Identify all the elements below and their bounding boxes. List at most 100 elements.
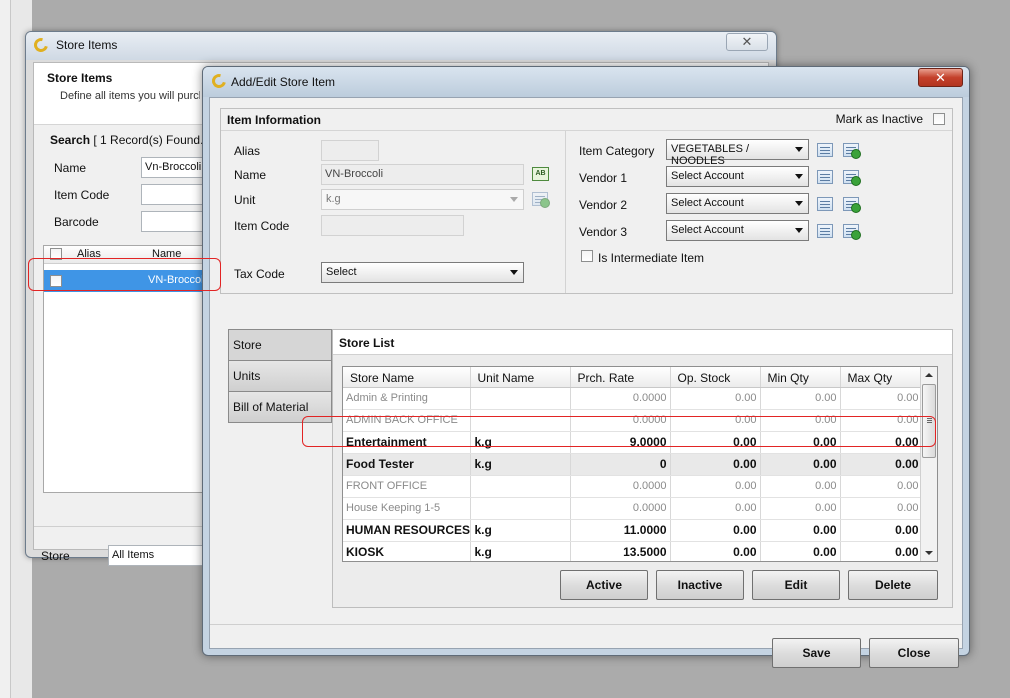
edit-button[interactable]: Edit xyxy=(752,570,840,600)
store-label: Store xyxy=(41,549,70,563)
unit-name-cell[interactable] xyxy=(470,497,571,520)
store-name-cell[interactable]: HUMAN RESOURCES... xyxy=(343,519,471,542)
min-qty-cell[interactable]: 0.00 xyxy=(760,453,841,476)
vendor1-label: Vendor 1 xyxy=(579,171,628,185)
grid-scrollbar[interactable] xyxy=(920,367,937,561)
store-name-cell[interactable]: Food Tester xyxy=(343,453,471,476)
active-button[interactable]: Active xyxy=(560,570,648,600)
dialog-titlebar: Add/Edit Store Item ✕ xyxy=(203,67,969,97)
unit-name-cell[interactable]: k.g xyxy=(470,453,571,476)
save-button[interactable]: Save xyxy=(772,638,861,668)
store-filter-select[interactable]: All Items xyxy=(108,545,208,566)
unit-name-cell[interactable]: k.g xyxy=(470,541,571,561)
close-icon[interactable]: ✕ xyxy=(918,68,963,87)
unit-name-cell[interactable] xyxy=(470,475,571,498)
add-category-icon[interactable] xyxy=(843,143,861,159)
col-max-qty[interactable]: Max Qty xyxy=(840,367,923,388)
col-op-stock[interactable]: Op. Stock xyxy=(670,367,761,388)
add-vendor-icon[interactable] xyxy=(843,197,861,213)
prch-rate-cell[interactable]: 0.0000 xyxy=(570,497,671,520)
list-icon[interactable] xyxy=(817,197,833,211)
mark-inactive[interactable]: Mark as Inactive xyxy=(836,112,945,126)
unit-name-cell[interactable] xyxy=(470,387,571,410)
item-information-group: Item Information Mark as Inactive Alias … xyxy=(220,108,953,294)
op-stock-cell[interactable]: 0.00 xyxy=(670,497,761,520)
table-row[interactable]: Food Tester k.g 0 0.00 0.00 0.00 xyxy=(343,453,937,476)
tab-store[interactable]: Store xyxy=(228,329,332,360)
store-name-cell[interactable]: KIOSK xyxy=(343,541,471,561)
tax-code-select[interactable]: Select xyxy=(321,262,524,283)
intermediate-checkbox[interactable] xyxy=(581,250,593,262)
inactive-button[interactable]: Inactive xyxy=(656,570,744,600)
vendor3-select[interactable]: Select Account xyxy=(666,220,809,241)
op-stock-cell[interactable]: 0.00 xyxy=(670,519,761,542)
op-stock-cell[interactable]: 0.00 xyxy=(670,453,761,476)
vendor1-select[interactable]: Select Account xyxy=(666,166,809,187)
store-name-cell[interactable]: FRONT OFFICE xyxy=(343,475,471,498)
unit-name-cell[interactable]: k.g xyxy=(470,519,571,542)
col-prch-rate[interactable]: Prch. Rate xyxy=(570,367,671,388)
dialog-title: Add/Edit Store Item xyxy=(231,75,336,89)
max-qty-cell[interactable]: 0.00 xyxy=(840,475,923,498)
store-name-cell[interactable]: Admin & Printing xyxy=(343,387,471,410)
add-vendor-icon[interactable] xyxy=(843,224,861,240)
col-min-qty[interactable]: Min Qty xyxy=(760,367,841,388)
item-category-select[interactable]: VEGETABLES / NOODLES xyxy=(666,139,809,167)
app-logo-icon xyxy=(31,35,51,55)
add-vendor-icon[interactable] xyxy=(843,170,861,186)
op-stock-cell[interactable]: 0.00 xyxy=(670,475,761,498)
table-row[interactable]: FRONT OFFICE 0.0000 0.00 0.00 0.00 xyxy=(343,475,937,498)
min-qty-cell[interactable]: 0.00 xyxy=(760,541,841,561)
unit-label: Unit xyxy=(234,193,256,207)
item-code-field[interactable] xyxy=(321,215,464,236)
footer-divider xyxy=(210,624,962,625)
min-qty-cell[interactable]: 0.00 xyxy=(760,387,841,410)
table-row[interactable]: KIOSK k.g 13.5000 0.00 0.00 0.00 xyxy=(343,541,937,561)
max-qty-cell[interactable]: 0.00 xyxy=(840,541,923,561)
close-icon[interactable]: ✕ xyxy=(726,33,768,51)
tab-units[interactable]: Units xyxy=(228,360,332,391)
ab-icon[interactable]: AB xyxy=(532,167,549,181)
chevron-down-icon xyxy=(795,147,803,152)
vendor2-select[interactable]: Select Account xyxy=(666,193,809,214)
close-button[interactable]: Close xyxy=(869,638,959,668)
prch-rate-cell[interactable]: 0 xyxy=(570,453,671,476)
highlight-selected-item xyxy=(28,258,221,291)
scroll-up-icon[interactable] xyxy=(921,367,937,383)
item-category-value: VEGETABLES / NOODLES xyxy=(671,143,750,167)
list-icon[interactable] xyxy=(817,170,833,184)
store-grid: Store Name Unit Name Prch. Rate Op. Stoc… xyxy=(342,366,938,562)
prch-rate-cell[interactable]: 11.0000 xyxy=(570,519,671,542)
name-field[interactable]: VN-Broccoli xyxy=(321,164,524,185)
alias-field[interactable] xyxy=(321,140,379,161)
unit-select[interactable]: k.g xyxy=(321,189,524,210)
mark-inactive-checkbox[interactable] xyxy=(933,113,945,125)
max-qty-cell[interactable]: 0.00 xyxy=(840,387,923,410)
prch-rate-cell[interactable]: 0.0000 xyxy=(570,387,671,410)
unit-value: k.g xyxy=(326,193,341,205)
min-qty-cell[interactable]: 0.00 xyxy=(760,519,841,542)
op-stock-cell[interactable]: 0.00 xyxy=(670,387,761,410)
store-list-panel: Store List Store Name Unit Name Prch. Ra… xyxy=(332,329,953,608)
vendor3-value: Select Account xyxy=(671,224,744,236)
max-qty-cell[interactable]: 0.00 xyxy=(840,519,923,542)
table-row[interactable]: Admin & Printing 0.0000 0.00 0.00 0.00 xyxy=(343,387,937,410)
name-label: Name xyxy=(234,168,267,182)
store-name-cell[interactable]: House Keeping 1-5 xyxy=(343,497,471,520)
table-row[interactable]: HUMAN RESOURCES... k.g 11.0000 0.00 0.00 0.00 xyxy=(343,519,937,542)
add-unit-icon[interactable] xyxy=(532,192,550,208)
scroll-down-icon[interactable] xyxy=(921,545,937,561)
list-icon[interactable] xyxy=(817,143,833,157)
max-qty-cell[interactable]: 0.00 xyxy=(840,453,923,476)
min-qty-cell[interactable]: 0.00 xyxy=(760,475,841,498)
prch-rate-cell[interactable]: 0.0000 xyxy=(570,475,671,498)
min-qty-cell[interactable]: 0.00 xyxy=(760,497,841,520)
col-store-name[interactable]: Store Name xyxy=(343,367,471,388)
prch-rate-cell[interactable]: 13.5000 xyxy=(570,541,671,561)
max-qty-cell[interactable]: 0.00 xyxy=(840,497,923,520)
list-icon[interactable] xyxy=(817,224,833,238)
col-unit-name[interactable]: Unit Name xyxy=(470,367,571,388)
op-stock-cell[interactable]: 0.00 xyxy=(670,541,761,561)
table-row[interactable]: House Keeping 1-5 0.0000 0.00 0.00 0.00 xyxy=(343,497,937,520)
delete-button[interactable]: Delete xyxy=(848,570,938,600)
